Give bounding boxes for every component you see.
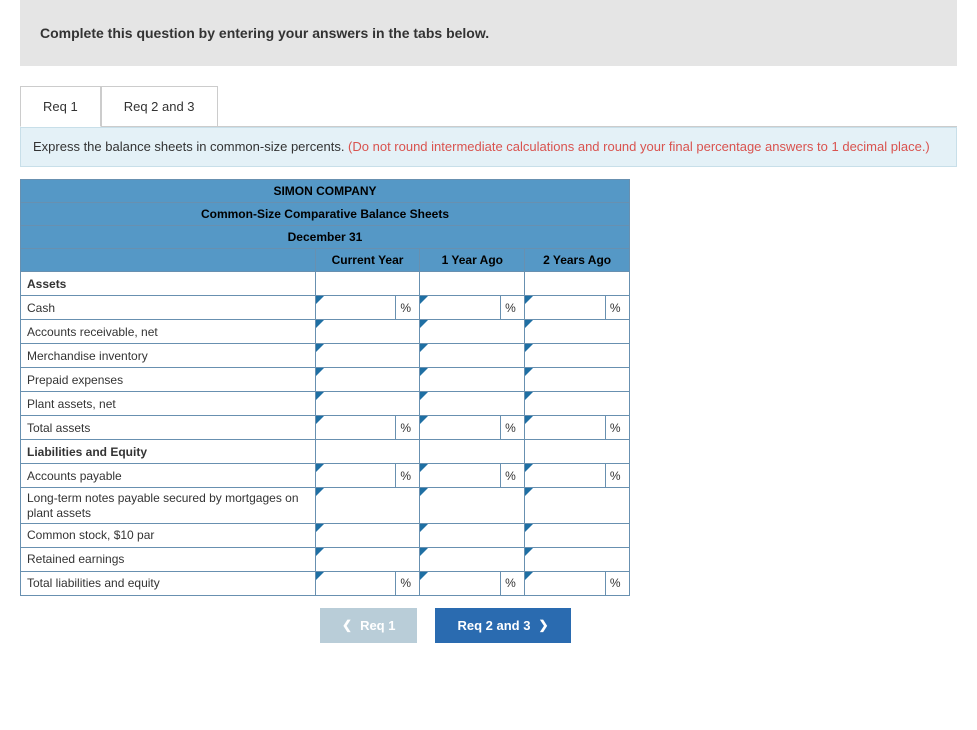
chevron-right-icon: ❯ [538,618,548,632]
input-cash-cy[interactable] [315,296,396,320]
input-ap-2y[interactable] [525,464,606,488]
input-cs-cy[interactable] [315,523,420,547]
pct: % [396,464,420,488]
input-ap-cy[interactable] [315,464,396,488]
input-re-1y[interactable] [420,547,525,571]
row-total-le: Total liabilities and equity [21,571,316,595]
input-inv-1y[interactable] [420,344,525,368]
balance-sheet-table: SIMON COMPANY Common-Size Comparative Ba… [20,179,630,596]
pct: % [501,464,525,488]
input-prepaid-1y[interactable] [420,368,525,392]
nav-buttons: ❮ Req 1 Req 2 and 3 ❯ [20,608,957,643]
row-retained: Retained earnings [21,547,316,571]
tab-label: Req 1 [43,99,78,114]
balance-sheet-table-wrap: SIMON COMPANY Common-Size Comparative Ba… [20,179,957,596]
col-current-year: Current Year [315,249,420,272]
blank [420,272,525,296]
row-cash: Cash [21,296,316,320]
pct: % [501,416,525,440]
input-tle-2y[interactable] [525,571,606,595]
tab-label: Req 2 and 3 [124,99,195,114]
instruction-text: Express the balance sheets in common-siz… [33,139,348,154]
instruction-box: Express the balance sheets in common-siz… [20,127,957,167]
input-notes-2y[interactable] [525,488,630,524]
input-total-assets-cy[interactable] [315,416,396,440]
input-ar-2y[interactable] [525,320,630,344]
tabs-row: Req 1 Req 2 and 3 [20,86,957,127]
input-inv-2y[interactable] [525,344,630,368]
instruction-header-text: Complete this question by entering your … [40,25,489,41]
row-liab-header: Liabilities and Equity [21,440,316,464]
row-ar: Accounts receivable, net [21,320,316,344]
input-notes-1y[interactable] [420,488,525,524]
input-ar-cy[interactable] [315,320,420,344]
blank [525,272,630,296]
input-re-2y[interactable] [525,547,630,571]
input-ap-1y[interactable] [420,464,501,488]
pct: % [396,416,420,440]
pct: % [605,571,629,595]
pct: % [396,571,420,595]
next-button[interactable]: Req 2 and 3 ❯ [435,608,570,643]
input-plant-2y[interactable] [525,392,630,416]
pct: % [605,416,629,440]
row-prepaid: Prepaid expenses [21,368,316,392]
col-2-years-ago: 2 Years Ago [525,249,630,272]
input-ar-1y[interactable] [420,320,525,344]
row-ap: Accounts payable [21,464,316,488]
instruction-header: Complete this question by entering your … [20,0,957,66]
row-plant: Plant assets, net [21,392,316,416]
table-subtitle: Common-Size Comparative Balance Sheets [21,203,630,226]
input-cash-2y[interactable] [525,296,606,320]
chevron-left-icon: ❮ [342,618,352,632]
row-total-assets: Total assets [21,416,316,440]
pct: % [605,296,629,320]
blank [315,272,420,296]
input-plant-cy[interactable] [315,392,420,416]
blank [525,440,630,464]
blank [420,440,525,464]
row-assets-header: Assets [21,272,316,296]
input-cs-2y[interactable] [525,523,630,547]
tab-req-2-and-3[interactable]: Req 2 and 3 [101,86,218,127]
pct: % [501,571,525,595]
table-company: SIMON COMPANY [21,180,630,203]
row-header-blank [21,249,316,272]
prev-label: Req 1 [360,618,395,633]
input-re-cy[interactable] [315,547,420,571]
row-notes-text: Long-term notes payable secured by mortg… [27,491,309,520]
input-prepaid-cy[interactable] [315,368,420,392]
row-inventory: Merchandise inventory [21,344,316,368]
pct: % [396,296,420,320]
input-prepaid-2y[interactable] [525,368,630,392]
input-inv-cy[interactable] [315,344,420,368]
pct: % [501,296,525,320]
input-plant-1y[interactable] [420,392,525,416]
input-cash-1y[interactable] [420,296,501,320]
row-common-stock: Common stock, $10 par [21,523,316,547]
input-total-assets-1y[interactable] [420,416,501,440]
blank [315,440,420,464]
col-1-year-ago: 1 Year Ago [420,249,525,272]
input-cs-1y[interactable] [420,523,525,547]
instruction-note: (Do not round intermediate calculations … [348,139,930,154]
input-tle-cy[interactable] [315,571,396,595]
row-notes: Long-term notes payable secured by mortg… [21,488,316,524]
input-total-assets-2y[interactable] [525,416,606,440]
next-label: Req 2 and 3 [457,618,530,633]
table-date: December 31 [21,226,630,249]
input-tle-1y[interactable] [420,571,501,595]
input-notes-cy[interactable] [315,488,420,524]
prev-button[interactable]: ❮ Req 1 [320,608,417,643]
pct: % [605,464,629,488]
tab-req-1[interactable]: Req 1 [20,86,101,127]
